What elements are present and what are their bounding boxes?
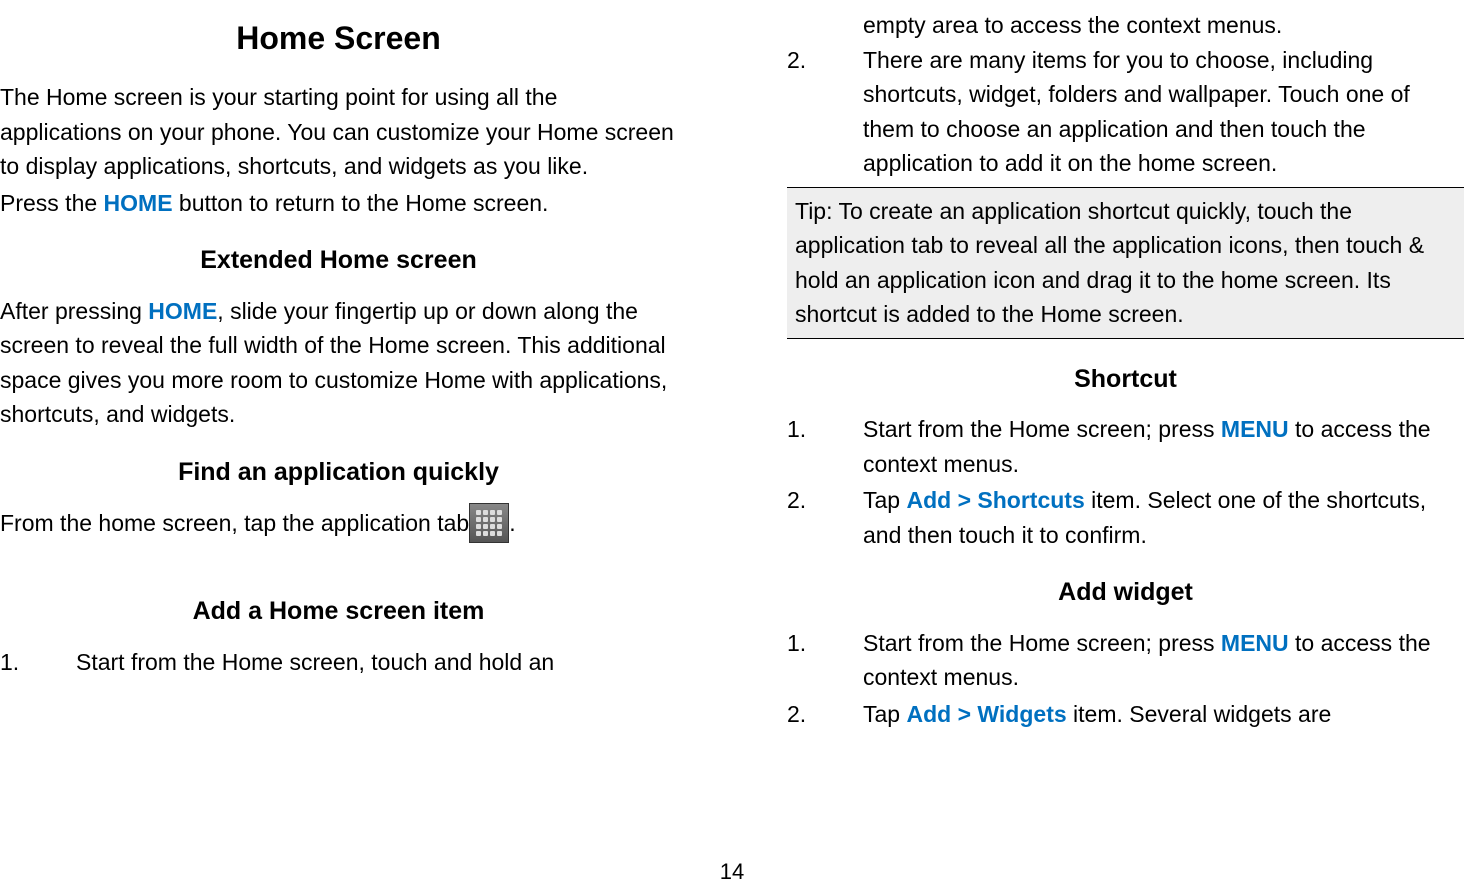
- paragraph-press-home: Press the HOME button to return to the H…: [0, 186, 677, 221]
- text-pre: After pressing: [0, 298, 148, 324]
- paragraph-find-app: From the home screen, tap the applicatio…: [0, 505, 677, 545]
- ordered-list-add-item: Start from the Home screen, touch and ho…: [0, 645, 677, 680]
- list-item: Tap Add > Shortcuts item. Select one of …: [787, 483, 1464, 552]
- highlight-home-2: HOME: [148, 298, 217, 324]
- list-continuation: empty area to access the context menus.: [787, 8, 1464, 43]
- list-item: Tap Add > Widgets item. Several widgets …: [787, 697, 1464, 732]
- ordered-list-add-item-cont: There are many items for you to choose, …: [787, 43, 1464, 181]
- list-text: There are many items for you to choose, …: [863, 43, 1464, 181]
- heading-shortcut: Shortcut: [787, 361, 1464, 399]
- text-pre: Start from the Home screen; press: [863, 416, 1221, 442]
- list-item: Start from the Home screen; press MENU t…: [787, 626, 1464, 695]
- highlight-add-shortcuts: Add > Shortcuts: [906, 487, 1084, 513]
- list-item: There are many items for you to choose, …: [787, 43, 1464, 181]
- heading-add-item: Add a Home screen item: [0, 593, 677, 631]
- left-column: Home Screen The Home screen is your star…: [0, 0, 687, 855]
- text-pre: Press the: [0, 190, 104, 216]
- app-tab-icon: [469, 503, 509, 543]
- tip-box: Tip: To create an application shortcut q…: [787, 187, 1464, 339]
- ordered-list-widget: Start from the Home screen; press MENU t…: [787, 626, 1464, 732]
- paragraph-intro: The Home screen is your starting point f…: [0, 80, 677, 184]
- ordered-list-shortcut: Start from the Home screen; press MENU t…: [787, 412, 1464, 552]
- spacer: [0, 547, 677, 571]
- list-text: Start from the Home screen; press MENU t…: [863, 626, 1464, 695]
- list-text: Tap Add > Widgets item. Several widgets …: [863, 697, 1331, 732]
- heading-extended: Extended Home screen: [0, 242, 677, 280]
- text-pre: Start from the Home screen; press: [863, 630, 1221, 656]
- highlight-menu-2: MENU: [1221, 630, 1289, 656]
- heading-add-widget: Add widget: [787, 574, 1464, 612]
- list-text: Start from the Home screen; press MENU t…: [863, 412, 1464, 481]
- right-column: empty area to access the context menus. …: [787, 0, 1464, 855]
- heading-home-screen: Home Screen: [0, 14, 677, 62]
- heading-find-app: Find an application quickly: [0, 454, 677, 492]
- text-pre: Tap: [863, 701, 906, 727]
- list-item: Start from the Home screen, touch and ho…: [0, 645, 677, 680]
- document-body: Home Screen The Home screen is your star…: [0, 0, 1464, 855]
- text-post: .: [509, 510, 515, 536]
- highlight-add-widgets: Add > Widgets: [906, 701, 1066, 727]
- text-post: button to return to the Home screen.: [173, 190, 549, 216]
- highlight-home: HOME: [104, 190, 173, 216]
- text-pre: From the home screen, tap the applicatio…: [0, 510, 469, 536]
- text-post: item. Several widgets are: [1067, 701, 1332, 727]
- list-item: Start from the Home screen; press MENU t…: [787, 412, 1464, 481]
- page-number: 14: [0, 855, 1464, 894]
- paragraph-extended: After pressing HOME, slide your fingerti…: [0, 294, 677, 432]
- text-pre: Tap: [863, 487, 906, 513]
- highlight-menu: MENU: [1221, 416, 1289, 442]
- list-text: Start from the Home screen, touch and ho…: [76, 645, 554, 680]
- list-text: Tap Add > Shortcuts item. Select one of …: [863, 483, 1464, 552]
